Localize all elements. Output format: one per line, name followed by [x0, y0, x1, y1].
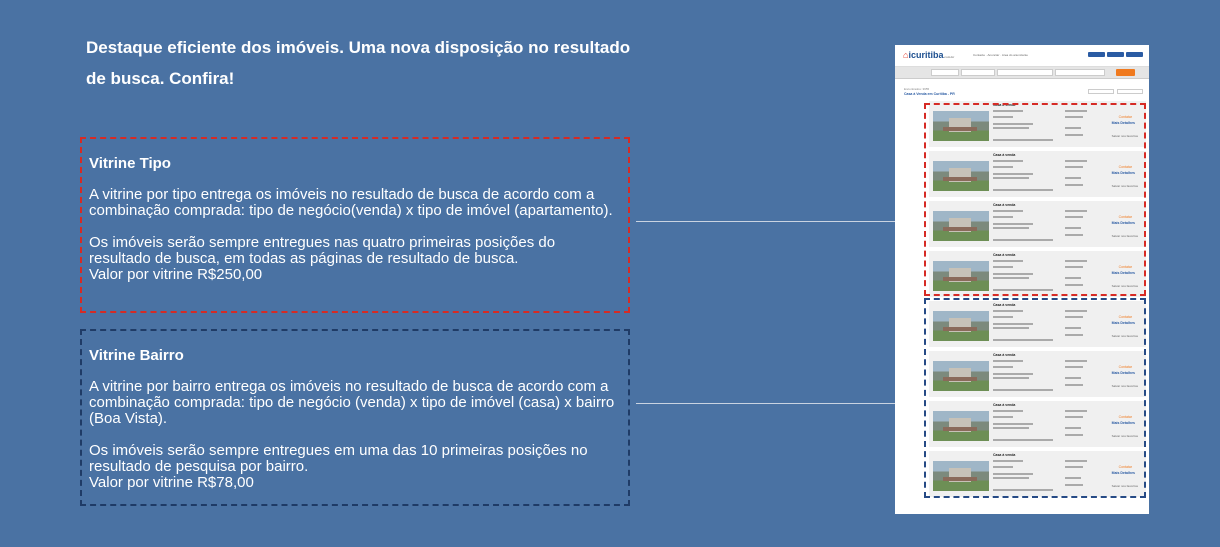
mockup-results-title: Casa à Venda em Curitiba - PR	[904, 92, 955, 96]
vitrine-tipo-box: Vitrine Tipo A vitrine por tipo entrega …	[80, 137, 630, 313]
vitrine-tipo-highlight	[924, 103, 1146, 296]
search-results-mockup: ⌂icuritiba.com.br Contacte · Anunciar · …	[895, 45, 1149, 514]
vitrine-bairro-highlight	[924, 298, 1146, 498]
connector-line-tipo	[636, 221, 903, 222]
mockup-search-button	[1116, 69, 1135, 76]
mockup-search-field	[997, 69, 1053, 76]
vitrine-tipo-paragraph-1: A vitrine por tipo entrega os imóveis no…	[89, 186, 613, 219]
mockup-search-field	[1055, 69, 1105, 76]
mockup-header-button	[1107, 52, 1124, 57]
headline: Destaque eficiente dos imóveis. Uma nova…	[86, 38, 631, 88]
vitrine-bairro-price: Valor por vitrine R$78,00	[89, 474, 254, 491]
mockup-header-buttons	[1088, 52, 1143, 57]
vitrine-bairro-paragraph-1: A vitrine por bairro entrega os imóveis …	[89, 378, 615, 427]
mockup-search-bar	[895, 67, 1149, 79]
vitrine-tipo-price: Valor por vitrine R$250,00	[89, 266, 263, 283]
mockup-header: ⌂icuritiba.com.br Contacte · Anunciar · …	[895, 45, 1149, 67]
mockup-result-count: Encontrados: 3955	[904, 87, 930, 91]
logo-text: icuritiba	[908, 50, 944, 60]
mockup-sort-select	[1117, 89, 1143, 94]
mockup-nav: Contacte · Anunciar · Area do anunciante	[973, 53, 1028, 57]
vitrine-bairro-box: Vitrine Bairro A vitrine por bairro entr…	[80, 329, 630, 506]
logo-suffix: .com.br	[943, 55, 955, 59]
vitrine-bairro-paragraph-2: Os imóveis serão sempre entregues em uma…	[89, 443, 620, 491]
vitrine-bairro-title: Vitrine Bairro	[89, 347, 184, 364]
mockup-header-button	[1088, 52, 1105, 57]
mockup-logo: ⌂icuritiba.com.br	[903, 50, 954, 60]
vitrine-tipo-delivery-text: Os imóveis serão sempre entregues nas qu…	[89, 234, 556, 267]
vitrine-tipo-paragraph-2: Os imóveis serão sempre entregues nas qu…	[89, 235, 620, 283]
mockup-sort-select	[1088, 89, 1114, 94]
vitrine-tipo-title: Vitrine Tipo	[89, 155, 171, 172]
connector-line-bairro	[636, 403, 903, 404]
mockup-header-button	[1126, 52, 1143, 57]
mockup-sort-controls	[1088, 89, 1143, 94]
mockup-search-field	[961, 69, 995, 76]
vitrine-bairro-delivery-text: Os imóveis serão sempre entregues em uma…	[89, 442, 588, 475]
mockup-search-field	[931, 69, 959, 76]
